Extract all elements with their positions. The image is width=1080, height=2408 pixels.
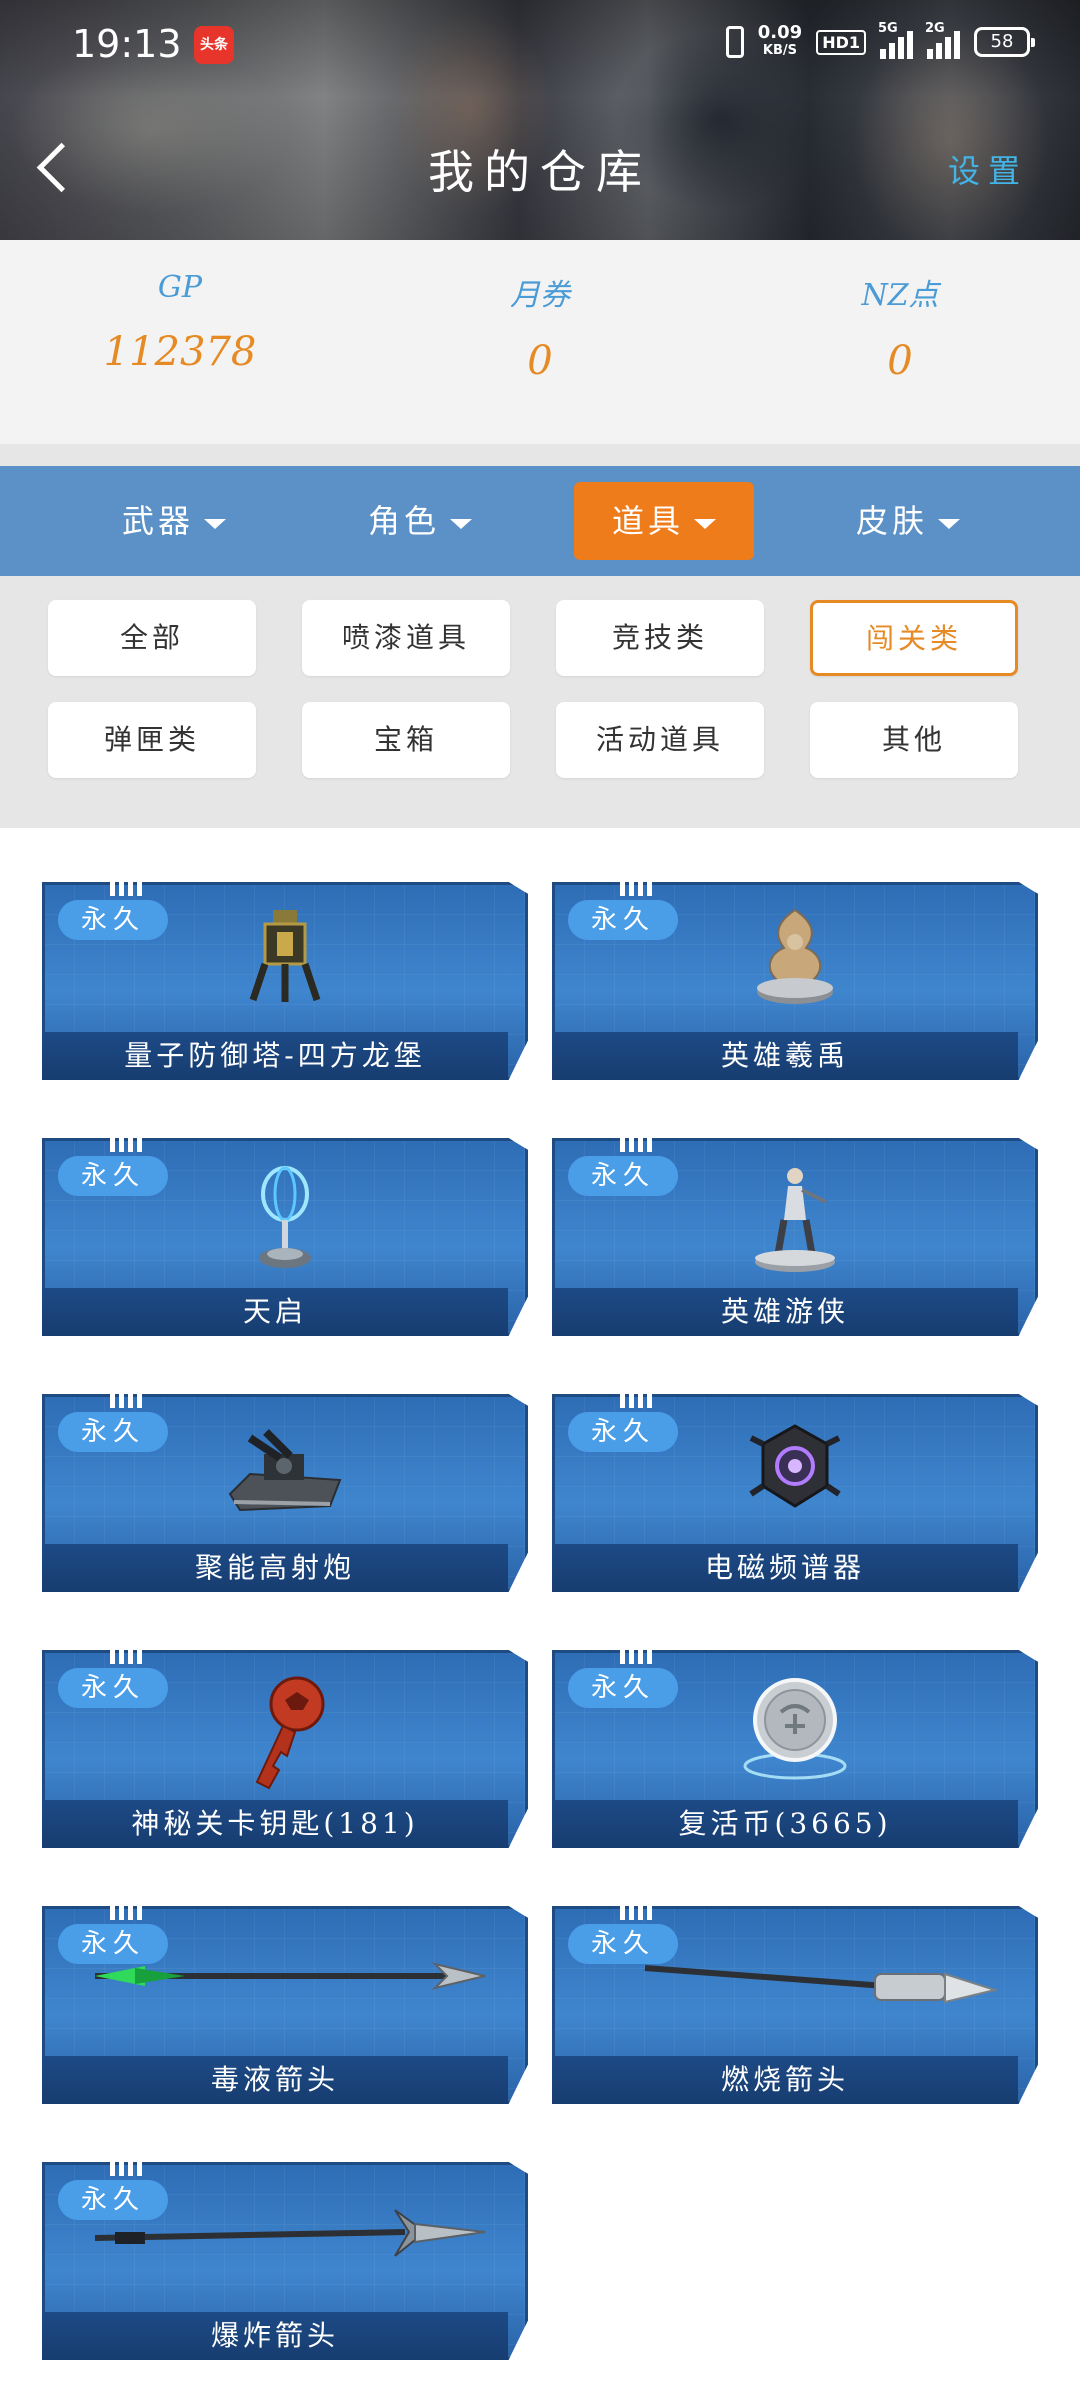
item-card[interactable]: 永久 聚能高射炮 <box>42 1392 528 1592</box>
currency-nz: NZ点 0 <box>720 240 1080 384</box>
filter-all[interactable]: 全部 <box>48 600 256 676</box>
filter-competitive[interactable]: 竞技类 <box>556 600 764 676</box>
currency-value: 0 <box>887 338 913 384</box>
vibrate-icon <box>725 26 744 58</box>
arrow-icon <box>644 1965 999 2004</box>
currency-voucher: 月券 0 <box>360 240 720 384</box>
arrow-icon <box>94 2209 486 2257</box>
page-title: 我的仓库 <box>428 145 652 199</box>
item-name: 量子防御塔-四方龙堡 <box>124 1039 426 1072</box>
permanent-badge: 永久 <box>568 1668 678 1708</box>
header-banner: 19:13 头条 0.09 KB/S HD1 5G 2G 58 我的仓库 设置 <box>0 0 1080 240</box>
tab-items[interactable]: 道具 <box>574 482 754 560</box>
permanent-badge: 永久 <box>58 1156 168 1196</box>
arrow-icon <box>95 1962 486 1990</box>
permanent-badge: 永久 <box>568 1412 678 1452</box>
tab-characters[interactable]: 角色 <box>330 482 510 560</box>
item-name: 英雄游侠 <box>720 1295 849 1328</box>
item-card[interactable]: 永久 英雄游侠 <box>552 1136 1038 1336</box>
signal-5g-icon: 5G <box>878 21 913 59</box>
cannon-icon <box>228 1429 342 1512</box>
filter-chest[interactable]: 宝箱 <box>302 702 510 778</box>
tab-weapons[interactable]: 武器 <box>84 482 264 560</box>
hero-statue-icon <box>757 908 833 1004</box>
signal-2g-icon: 2G <box>925 21 960 59</box>
net-speed: 0.09 KB/S <box>757 22 803 59</box>
item-name: 天启 <box>242 1295 307 1328</box>
currency-panel: GP 112378 月券 0 NZ点 0 <box>0 240 1080 444</box>
settings-button[interactable]: 设置 <box>948 146 1028 192</box>
category-tabs: 武器 角色 道具 皮肤 <box>0 466 1080 576</box>
filter-other[interactable]: 其他 <box>810 702 1018 778</box>
item-card[interactable]: 永久 神秘关卡钥匙(181) <box>42 1648 528 1848</box>
filter-magazine[interactable]: 弹匣类 <box>48 702 256 778</box>
item-name: 复活币(3665) <box>678 1807 892 1840</box>
caret-down-icon <box>938 518 960 529</box>
hero-figure-icon <box>755 1168 835 1272</box>
item-card[interactable]: 永久 爆炸箭头 <box>42 2160 528 2360</box>
permanent-badge: 永久 <box>568 900 678 940</box>
news-app-icon: 头条 <box>194 26 234 64</box>
item-card[interactable]: 永久 毒液箭头 <box>42 1904 528 2104</box>
filter-event[interactable]: 活动道具 <box>556 702 764 778</box>
caret-down-icon <box>450 518 472 529</box>
item-card[interactable]: 永久 量子防御塔-四方龙堡 <box>42 880 528 1080</box>
item-name: 毒液箭头 <box>210 2063 339 2096</box>
item-name: 神秘关卡钥匙(181) <box>131 1807 419 1840</box>
caret-down-icon <box>204 518 226 529</box>
permanent-badge: 永久 <box>58 900 168 940</box>
caret-down-icon <box>694 518 716 529</box>
subfilter-panel: 全部 喷漆道具 竞技类 闯关类 弹匣类 宝箱 活动道具 其他 <box>0 576 1080 828</box>
permanent-badge: 永久 <box>568 1156 678 1196</box>
currency-value: 0 <box>527 338 553 384</box>
currency-gp: GP 112378 <box>0 240 360 375</box>
item-card[interactable]: 永久 电磁频谱器 <box>552 1392 1038 1592</box>
permanent-badge: 永久 <box>58 1412 168 1452</box>
item-name: 爆炸箭头 <box>210 2319 339 2352</box>
permanent-badge: 永久 <box>58 1668 168 1708</box>
hd-icon: HD1 <box>816 29 866 55</box>
divider <box>0 444 1080 466</box>
item-name: 聚能高射炮 <box>194 1551 355 1584</box>
item-card[interactable]: 永久 燃烧箭头 <box>552 1904 1038 2104</box>
item-card[interactable]: 永久 英雄羲禹 <box>552 880 1038 1080</box>
item-name: 燃烧箭头 <box>720 2063 849 2096</box>
tab-skins[interactable]: 皮肤 <box>818 482 998 560</box>
currency-label: NZ点 <box>861 278 939 313</box>
emitter-icon <box>749 1424 841 1508</box>
status-time: 19:13 <box>72 22 182 66</box>
status-icons: 0.09 KB/S HD1 5G 2G 58 <box>725 21 1035 60</box>
item-name: 英雄羲禹 <box>720 1039 849 1072</box>
beacon-icon <box>259 1166 311 1268</box>
battery-icon: 58 <box>974 27 1035 57</box>
filter-spray[interactable]: 喷漆道具 <box>302 600 510 676</box>
currency-value: 112378 <box>103 329 257 375</box>
filter-challenge[interactable]: 闯关类 <box>810 600 1018 676</box>
key-icon <box>255 1676 325 1790</box>
item-name: 电磁频谱器 <box>704 1551 865 1584</box>
tower-icon <box>249 910 321 1002</box>
item-card[interactable]: 永久 复活币(3665) <box>552 1648 1038 1848</box>
currency-label: GP <box>157 270 203 305</box>
coin-icon <box>743 1678 847 1780</box>
currency-label: 月券 <box>510 278 570 313</box>
item-card[interactable]: 永久 天启 <box>42 1136 528 1336</box>
